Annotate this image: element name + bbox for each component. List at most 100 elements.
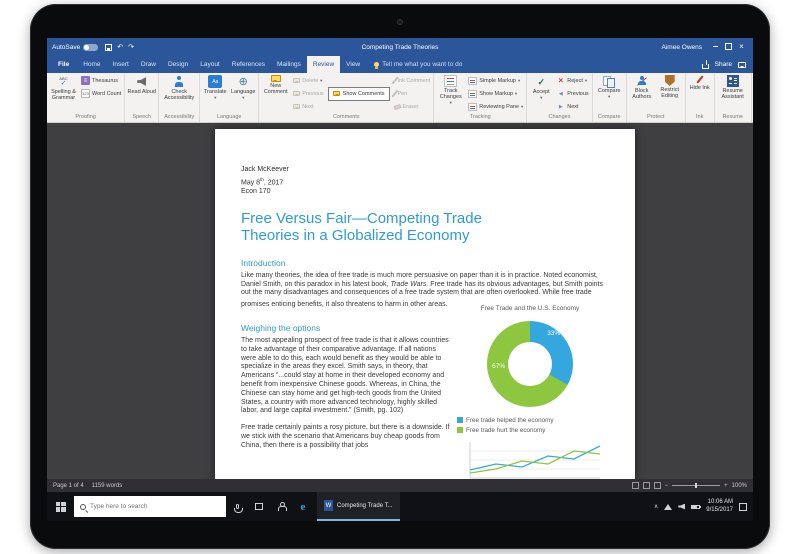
reviewing-pane-dropdown[interactable]: Reviewing Pane▾ <box>466 100 525 113</box>
account-user[interactable]: Aimee Owens <box>662 44 702 51</box>
reject-button[interactable]: ×Reject▾ <box>554 74 590 87</box>
ink-group-label: Ink <box>687 113 713 122</box>
thesaurus-button[interactable]: ≡Thesaurus <box>79 74 123 87</box>
delete-comment-button[interactable]: Delete▾ <box>291 74 325 87</box>
show-comments-button[interactable]: Show Comments <box>328 87 390 101</box>
edge-button[interactable]: e <box>292 492 314 521</box>
search-icon <box>80 504 86 510</box>
tab-layout[interactable]: Layout <box>194 56 226 73</box>
tab-references[interactable]: References <box>226 56 271 73</box>
paragraph-3: Free trade certainly paints a rosy pictu… <box>241 424 453 450</box>
people-button[interactable] <box>270 492 292 521</box>
document-page[interactable]: Jack McKeever May 8th, 2017 Econ 170 Fre… <box>215 129 635 479</box>
zoom-slider-thumb[interactable] <box>695 483 697 488</box>
page-indicator[interactable]: Page 1 of 4 <box>53 483 84 489</box>
tab-mailings[interactable]: Mailings <box>271 56 307 73</box>
tab-home[interactable]: Home <box>77 56 106 73</box>
search-input[interactable] <box>90 503 200 510</box>
simple-markup-dropdown[interactable]: Simple Markup▾ <box>466 74 525 87</box>
maximize-button[interactable] <box>722 38 735 56</box>
tab-view[interactable]: View <box>340 56 366 73</box>
taskbar-clock[interactable]: 10:06 AM 9/15/2017 <box>706 499 733 514</box>
print-layout-view-icon[interactable] <box>643 482 650 489</box>
action-center-icon[interactable] <box>739 503 747 511</box>
share-button[interactable]: Share <box>715 61 732 68</box>
compare-button[interactable]: Compare ▾ <box>594 74 625 99</box>
hide-ink-button[interactable]: Hide Ink <box>687 74 713 91</box>
show-comments-icon <box>333 91 340 96</box>
restrict-editing-icon <box>665 75 675 86</box>
track-changes-button[interactable]: Track Changes ▾ <box>435 74 466 105</box>
close-button[interactable]: × <box>735 38 748 56</box>
comments-group-label: Comments <box>260 113 432 122</box>
autosave-toggle[interactable]: AutoSave <box>52 44 98 51</box>
show-markup-dropdown[interactable]: Show Markup▾ <box>466 87 525 100</box>
word-count-button[interactable]: 123Word Count <box>79 87 123 100</box>
previous-comment-button[interactable]: Previous <box>291 87 325 100</box>
translate-button[interactable]: Aa Translate ▾ <box>201 74 229 100</box>
block-authors-icon <box>636 75 648 87</box>
resume-assistant-button[interactable]: Resume Assistant <box>716 74 750 100</box>
start-button[interactable] <box>47 492 74 521</box>
thesaurus-icon: ≡ <box>81 76 90 85</box>
restrict-editing-button[interactable]: Restrict Editing <box>656 74 684 99</box>
task-view-button[interactable] <box>248 492 270 521</box>
paragraph-1: Like many theories, the idea of free tra… <box>241 272 607 298</box>
zoom-slider[interactable] <box>672 485 720 486</box>
save-icon[interactable] <box>105 44 112 51</box>
delete-comment-icon <box>293 78 300 83</box>
task-view-icon <box>255 503 263 510</box>
zoom-level[interactable]: 100% <box>732 483 747 489</box>
tab-review[interactable]: Review <box>307 56 340 73</box>
next-comment-icon <box>293 104 300 109</box>
web-layout-view-icon[interactable] <box>654 482 661 489</box>
microphone-icon <box>236 504 239 509</box>
new-comment-icon <box>271 75 281 82</box>
new-comment-button[interactable]: New Comment <box>260 74 291 95</box>
volume-icon[interactable] <box>678 504 685 510</box>
tab-draw[interactable]: Draw <box>135 56 162 73</box>
status-bar: Page 1 of 4 1159 words − + 100% <box>47 479 753 492</box>
pen-button[interactable]: Pen <box>392 87 433 100</box>
word-taskbar-button[interactable]: W Competing Trade T... <box>317 492 400 521</box>
read-mode-view-icon[interactable] <box>632 482 639 489</box>
ribbon-group-language: Aa Translate ▾ ⊕ Language ▾ Language <box>200 73 259 122</box>
tab-design[interactable]: Design <box>162 56 194 73</box>
dropdown-icon: ▾ <box>515 92 517 96</box>
next-comment-button[interactable]: Next <box>291 100 325 113</box>
cortana-mic-button[interactable] <box>226 492 248 521</box>
ink-comment-button[interactable]: Ink Comment <box>392 74 433 87</box>
minimize-button[interactable] <box>709 38 722 56</box>
taskbar-search[interactable] <box>74 496 226 517</box>
language-button[interactable]: ⊕ Language ▾ <box>229 74 257 100</box>
read-aloud-button[interactable]: Read Aloud <box>126 74 157 95</box>
eraser-button[interactable]: Eraser <box>392 100 433 113</box>
battery-icon[interactable] <box>691 505 700 509</box>
zoom-in-button[interactable]: + <box>724 483 728 489</box>
tab-file[interactable]: File <box>50 56 77 73</box>
word-count-indicator[interactable]: 1159 words <box>92 483 123 489</box>
next-change-icon: ▶ <box>556 102 565 111</box>
previous-change-button[interactable]: ◀Previous <box>554 87 590 100</box>
redo-button[interactable]: ↷ <box>128 43 134 51</box>
undo-button[interactable]: ↶ <box>117 43 123 51</box>
legend-swatch-blue <box>457 417 463 423</box>
word-count-icon: 123 <box>81 89 90 98</box>
accept-button[interactable]: ✓ Accept ▾ <box>528 74 554 100</box>
check-accessibility-button[interactable]: Check Accessibility <box>160 74 198 101</box>
tell-me-box[interactable]: Tell me what you want to do <box>366 56 462 73</box>
wifi-icon[interactable] <box>664 504 672 510</box>
front-camera <box>397 19 403 25</box>
chart-object[interactable]: Free Trade and the U.S. Economy 33% 67% … <box>453 305 607 479</box>
changes-group-label: Changes <box>528 113 590 122</box>
comments-icon[interactable] <box>738 62 746 68</box>
ribbon-group-tracking: Track Changes ▾ Simple Markup▾ Show Mark… <box>434 73 527 122</box>
paragraph-2: The most appealing prospect of free trad… <box>241 337 453 416</box>
tab-insert[interactable]: Insert <box>107 56 135 73</box>
byline: Jack McKeever May 8th, 2017 Econ 170 <box>241 165 607 197</box>
spelling-grammar-button[interactable]: ABC✓ Spelling & Grammar <box>48 74 79 101</box>
hidden-icons-button[interactable]: ∧ <box>654 503 658 510</box>
zoom-out-button[interactable]: − <box>665 483 669 489</box>
block-authors-button[interactable]: Block Authors <box>628 74 656 100</box>
next-change-button[interactable]: ▶Next <box>554 100 590 113</box>
